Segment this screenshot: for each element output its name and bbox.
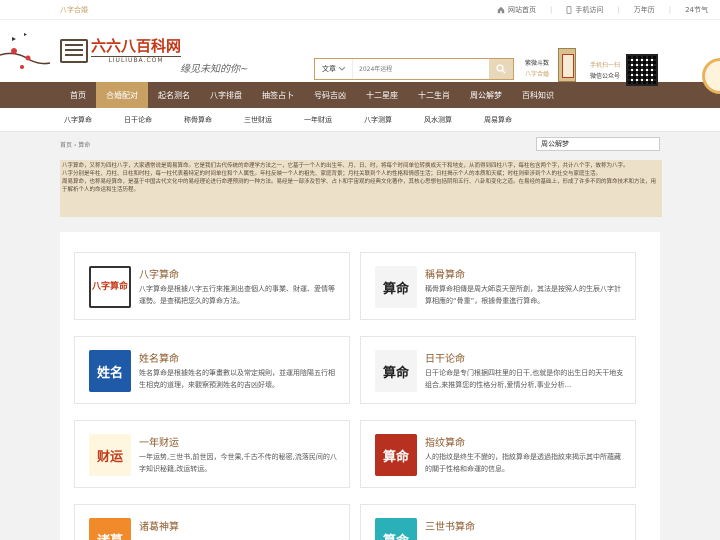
subnav-item-zhouyi[interactable]: 周易算命 (484, 115, 512, 125)
logo-url: LIULIUBA.COM (91, 56, 182, 64)
intro-text: 八字算命，又称为四柱八字，大家通常说是周易算命。它是我们古代传统的命理学方法之一… (60, 160, 662, 217)
book-icon (60, 39, 88, 63)
subnav-item-bazi-test[interactable]: 八字测算 (364, 115, 392, 125)
search-button[interactable] (489, 59, 513, 79)
subnav-item-chenggu[interactable]: 称骨算命 (184, 115, 212, 125)
qr-code (626, 54, 658, 86)
wechat-promo: 手机扫一扫 微信公众号 (590, 62, 621, 80)
card-xingming[interactable]: 姓名 姓名算命 姓名算命是根據姓名的筆畫數以及常定規則，並運用陰陽五行相生相克的… (74, 336, 350, 404)
subnav-item-fengshui[interactable]: 风水测算 (424, 115, 452, 125)
search-bar: 文章 (314, 58, 514, 80)
yinian-icon: 财运 (89, 434, 131, 476)
card-rigan[interactable]: 算命 日干论命 日干论命是专门根据四柱里的日干,也就是你的出生日的天干地支组合,… (360, 336, 636, 404)
breadcrumb-row: 首页 › 算命 周公解梦 (0, 132, 720, 156)
chevron-down-icon (339, 67, 345, 71)
sub-nav: 八字算命 日干论命 称骨算命 三世财运 一年财运 八字测算 风水测算 周易算命 (0, 108, 720, 132)
nav-item-home[interactable]: 首页 (60, 82, 96, 108)
home-icon (497, 6, 505, 13)
main-nav: 首页 合婚配对 起名测名 八字排盘 抽签占卜 号码吉凶 十二星座 十二生肖 周公… (0, 82, 720, 108)
nav-item-number-luck[interactable]: 号码吉凶 (304, 82, 356, 108)
scroll-image (558, 48, 576, 82)
breadcrumb-home[interactable]: 首页 (60, 142, 72, 149)
zhuge-icon: 诸葛 (89, 518, 131, 540)
search-icon (496, 64, 506, 74)
top-link-solar-terms[interactable]: 24节气 (685, 5, 708, 15)
card-yinian[interactable]: 财运 一年财运 一年运势,三世书,前世因，今世果,千古不传的秘密,流落民间的八字… (74, 420, 350, 488)
nav-item-naming[interactable]: 起名测名 (148, 82, 200, 108)
nav-item-chinese-zodiac[interactable]: 十二生肖 (408, 82, 460, 108)
card-chenggu[interactable]: 算命 稱骨算命 稱骨算命相傳是周大師袁天罡所創，其法是按照人的生辰八字計算相應的… (360, 252, 636, 320)
card-sanshi[interactable]: 算命 三世书算命 (360, 504, 636, 540)
side-search-input[interactable]: 周公解梦 (536, 137, 660, 151)
service-cards: 八字算命 八字算命 八字算命是根據八字五行來推測出查個人的事業、財運、愛情等運勢… (60, 232, 660, 540)
chenggu-icon: 算命 (375, 266, 417, 308)
breadcrumb: 首页 › 算命 (60, 141, 91, 149)
nav-item-hehun[interactable]: 合婚配对 (96, 82, 148, 108)
top-bar: 八字合婚 网站首页 | 手机访问 | 万年历 | 24节气 (0, 0, 720, 20)
card-bazi[interactable]: 八字算命 八字算命 八字算命是根據八字五行來推測出查個人的事業、財運、愛情等運勢… (74, 252, 350, 320)
xingming-icon: 姓名 (89, 350, 131, 392)
bazi-icon: 八字算命 (89, 266, 131, 308)
phone-icon (566, 5, 572, 14)
site-logo[interactable]: 六六八百科网 LIULIUBA.COM (60, 36, 190, 66)
top-link-mobile[interactable]: 手机访问 (566, 5, 603, 15)
top-link-calendar[interactable]: 万年历 (634, 5, 655, 15)
search-input[interactable] (353, 59, 489, 79)
subnav-item-sanshi[interactable]: 三世财运 (244, 115, 272, 125)
nav-item-divination[interactable]: 抽签占卜 (252, 82, 304, 108)
subnav-item-bazi[interactable]: 八字算命 (64, 115, 92, 125)
header: 六六八百科网 LIULIUBA.COM 缘见未知的你~ 文章 紫微斗数 八字合婚… (0, 20, 720, 94)
plum-blossom-decoration (0, 33, 51, 69)
zhiwen-icon: 算命 (375, 434, 417, 476)
logo-title: 六六八百科网 (91, 37, 182, 55)
card-zhuge[interactable]: 诸葛 诸葛神算 (74, 504, 350, 540)
rigan-icon: 算命 (375, 350, 417, 392)
search-type-select[interactable]: 文章 (315, 59, 353, 79)
nav-item-bazi-paipan[interactable]: 八字排盘 (200, 82, 252, 108)
nav-item-zodiac-signs[interactable]: 十二星座 (356, 82, 408, 108)
slogan: 缘见未知的你~ (180, 64, 249, 75)
subnav-item-rigan[interactable]: 日干论命 (124, 115, 152, 125)
top-link-home[interactable]: 网站首页 (497, 5, 536, 15)
sanshi-icon: 算命 (375, 518, 417, 540)
promo-links[interactable]: 紫微斗数 八字合婚 (525, 58, 549, 80)
nav-item-dreams[interactable]: 周公解梦 (460, 82, 512, 108)
nav-item-encyclopedia[interactable]: 百科知识 (512, 82, 564, 108)
card-zhiwen[interactable]: 算命 指纹算命 人的指纹是终生不變的，指紋算命是透過指紋來揭示其中所蘊藏的關于性… (360, 420, 636, 488)
breadcrumb-current: 算命 (78, 141, 91, 149)
subnav-item-yinian[interactable]: 一年财运 (304, 115, 332, 125)
top-link-hehun[interactable]: 八字合婚 (60, 5, 88, 15)
top-links: 网站首页 | 手机访问 | 万年历 | 24节气 (497, 5, 708, 15)
